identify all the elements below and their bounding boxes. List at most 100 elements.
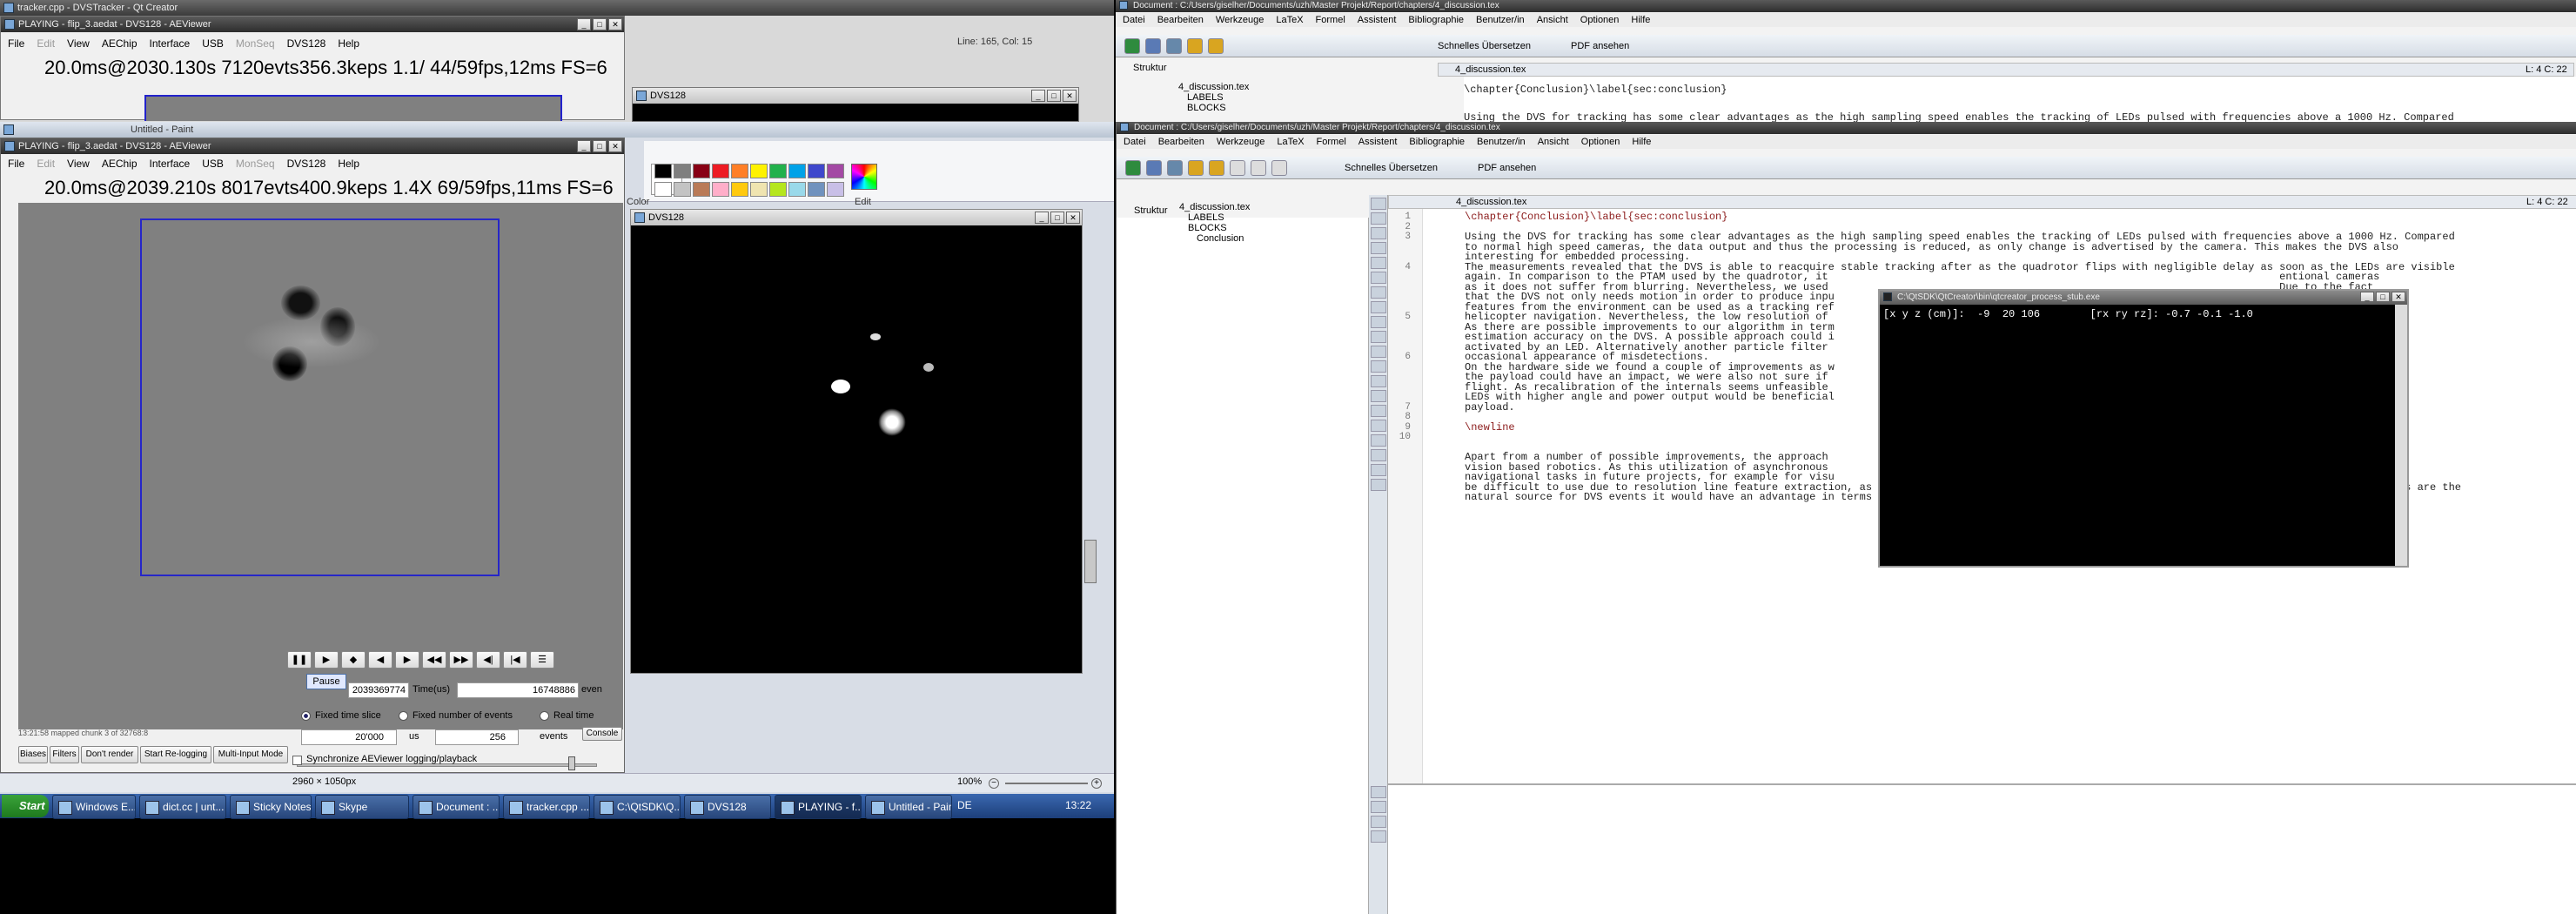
console-button[interactable]: Console [582, 727, 622, 741]
play-icon[interactable]: ▶ [314, 651, 339, 669]
menu-latex[interactable]: LaTeX [1276, 13, 1303, 27]
palette-swatch[interactable] [712, 182, 729, 197]
pause-icon[interactable]: ❚❚ [287, 651, 312, 669]
tree-conclusion[interactable]: Conclusion [1179, 233, 1250, 244]
symbol-icon[interactable] [1370, 286, 1386, 299]
menu-bibliographie[interactable]: Bibliographie [1409, 135, 1465, 149]
maximize-icon[interactable]: □ [1047, 90, 1061, 102]
rewind-icon[interactable]: ◀◀ [422, 651, 446, 669]
symbol-icon[interactable] [1370, 257, 1386, 269]
open-icon[interactable] [1146, 159, 1162, 176]
menu-latex[interactable]: LaTeX [1277, 135, 1304, 149]
palette-swatch[interactable] [693, 182, 710, 197]
event-field[interactable]: 16748886 [457, 682, 579, 698]
start-relogging-button[interactable]: Start Re-logging [140, 746, 211, 763]
pdf-view-label[interactable]: PDF ansehen [1478, 163, 1536, 173]
menu-monseq[interactable]: MonSeq [236, 156, 275, 171]
dvs128-titlebar[interactable]: DVS128 _ □ ✕ [631, 210, 1082, 225]
palette-swatch[interactable] [769, 164, 787, 178]
tree-labels[interactable]: LABELS [1179, 212, 1250, 223]
task-dict[interactable]: dict.cc | unt... [139, 795, 226, 819]
menu-hilfe[interactable]: Hilfe [1632, 135, 1651, 149]
texmaker-back-titlebar[interactable]: Document : C:/Users/giselher/Documents/u… [1116, 0, 2576, 12]
dont-render-button[interactable]: Don't render [81, 746, 138, 763]
multi-input-mode-button[interactable]: Multi-Input Mode [213, 746, 288, 763]
menu-view[interactable]: View [67, 36, 90, 51]
palette-swatch[interactable] [808, 182, 825, 197]
menu-help[interactable]: Help [338, 36, 359, 51]
paint-titlebar[interactable]: Untitled - Paint [0, 122, 1114, 138]
sync-checkbox[interactable] [292, 756, 302, 765]
minimize-icon[interactable]: _ [577, 140, 591, 152]
reverse-icon[interactable]: ◀ [368, 651, 392, 669]
menu-edit[interactable]: Edit [37, 156, 55, 171]
filters-button[interactable]: Filters [50, 746, 79, 763]
menu-view[interactable]: View [67, 156, 90, 171]
symbol-icon[interactable] [1370, 346, 1386, 358]
palette-swatch[interactable] [788, 182, 806, 197]
paste-icon[interactable] [1271, 159, 1287, 176]
menu-assistent[interactable]: Assistent [1358, 13, 1397, 27]
aeviewer-titlebar[interactable]: PLAYING - flip_3.aedat - DVS128 - AEView… [1, 138, 624, 154]
menu-bearbeiten[interactable]: Bearbeiten [1158, 135, 1204, 149]
new-file-icon[interactable] [1124, 37, 1140, 54]
task-dvs128[interactable]: DVS128 [684, 795, 771, 819]
symbol-icon[interactable] [1370, 212, 1386, 225]
symbol-icon[interactable] [1370, 360, 1386, 373]
radio-real-time[interactable] [540, 711, 549, 721]
menu-assistent[interactable]: Assistent [1358, 135, 1398, 149]
close-icon[interactable]: ✕ [608, 140, 622, 152]
symbol-icon[interactable] [1370, 242, 1386, 254]
menu-usb[interactable]: USB [202, 36, 224, 51]
close-icon[interactable]: ✕ [1066, 212, 1080, 224]
task-windows-explorer[interactable]: Windows E... [52, 795, 136, 819]
menu-dvs128[interactable]: DVS128 [287, 156, 326, 171]
symbol-icon[interactable] [1370, 301, 1386, 313]
menu-benutzer[interactable]: Benutzer/in [1477, 135, 1526, 149]
symbol-icon[interactable] [1370, 272, 1386, 284]
start-button[interactable]: Start [2, 795, 49, 817]
zoom-out-icon[interactable]: − [989, 778, 999, 789]
dvs128-back-titlebar[interactable]: DVS128 _ □ ✕ [633, 88, 1078, 104]
symbol-icon[interactable] [1370, 434, 1386, 447]
log-icon[interactable] [1370, 786, 1386, 798]
palette-swatch[interactable] [731, 164, 748, 178]
menu-edit[interactable]: Edit [37, 36, 55, 51]
menu-usb[interactable]: USB [202, 156, 224, 171]
redo-icon[interactable] [1209, 159, 1224, 176]
maximize-icon[interactable]: □ [593, 18, 607, 30]
menu-datei[interactable]: Datei [1124, 135, 1146, 149]
palette-swatch[interactable] [654, 164, 672, 178]
language-indicator[interactable]: DE [957, 799, 972, 811]
task-sticky-notes[interactable]: Sticky Notes [230, 795, 312, 819]
symbol-icon[interactable] [1370, 464, 1386, 476]
log-icon[interactable] [1370, 816, 1386, 828]
menu-benutzer[interactable]: Benutzer/in [1476, 13, 1525, 27]
menu-werkzeuge[interactable]: Werkzeuge [1216, 13, 1264, 27]
palette-swatch[interactable] [674, 182, 691, 197]
task-skype[interactable]: Skype [315, 795, 409, 819]
symbol-icon[interactable] [1370, 405, 1386, 417]
task-process-stub[interactable]: C:\QtSDK\Q... [594, 795, 681, 819]
paint-edit-colors-icon[interactable] [851, 164, 877, 190]
quick-build-label[interactable]: Schnelles Übersetzen [1438, 41, 1531, 51]
menu-file[interactable]: File [8, 156, 24, 171]
menu-formel[interactable]: Formel [1317, 135, 1346, 149]
menu-optionen[interactable]: Optionen [1580, 13, 1620, 27]
playback-slider-handle[interactable] [568, 756, 575, 770]
maximize-icon[interactable]: □ [1050, 212, 1064, 224]
close-icon[interactable]: ✕ [2392, 292, 2405, 302]
side-scroll-handle[interactable] [1084, 540, 1097, 583]
symbol-icon[interactable] [1370, 375, 1386, 387]
fast-forward-icon[interactable]: ▶▶ [449, 651, 473, 669]
tree-blocks[interactable]: BLOCKS [1179, 223, 1250, 233]
minimize-icon[interactable]: _ [2360, 292, 2374, 302]
maximize-icon[interactable]: □ [2376, 292, 2390, 302]
slower-icon[interactable]: ◀| [476, 651, 500, 669]
menu-aechip[interactable]: AEChip [102, 36, 138, 51]
menu-aechip[interactable]: AEChip [102, 156, 138, 171]
zoom-slider[interactable] [1005, 783, 1088, 784]
palette-swatch[interactable] [808, 164, 825, 178]
menu-werkzeuge[interactable]: Werkzeuge [1217, 135, 1265, 149]
file-tab[interactable]: 4_discussion.tex [1456, 197, 1526, 207]
